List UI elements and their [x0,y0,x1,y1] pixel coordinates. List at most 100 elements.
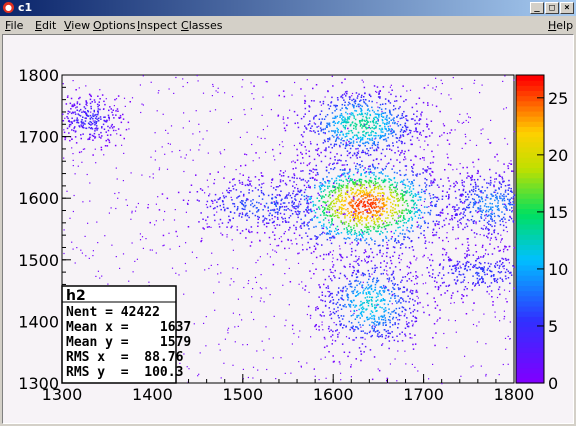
density-point [483,255,485,257]
density-point [405,118,407,120]
density-point [139,233,141,235]
density-point [367,168,370,170]
density-point [384,220,386,222]
density-point [407,236,409,238]
density-point [398,241,400,244]
density-point [282,116,284,118]
density-point [460,297,463,300]
density-point [396,284,399,286]
density-point [96,221,98,223]
density-point [439,135,441,138]
density-point [185,211,187,213]
density-point [417,236,420,239]
density-point [183,170,185,173]
density-point [70,108,72,110]
density-point [361,151,363,154]
density-point [374,180,377,183]
density-point [261,183,263,185]
density-point [119,134,122,136]
density-point [357,220,360,223]
density-point [201,239,203,242]
density-point [80,151,83,153]
density-point [349,178,352,180]
density-point [504,185,507,187]
density-point [324,128,326,130]
density-point [238,195,241,197]
density-point [388,91,390,93]
density-point [443,224,446,226]
density-point [371,100,373,103]
histogram-canvas[interactable]: 1300 1400 1500 1600 1700 18001300140015001600… [0,0,576,426]
density-point [368,331,371,334]
density-point [405,115,407,117]
density-point [283,122,285,124]
density-point [396,335,398,337]
density-point [362,151,364,153]
density-point [323,139,326,141]
density-point [355,105,358,108]
density-point [377,119,379,121]
density-point [404,233,406,235]
density-point [330,130,333,132]
density-point [434,307,437,309]
density-point [416,115,418,118]
density-point [95,127,97,129]
density-point [341,256,344,259]
density-point [89,200,91,202]
density-point [392,276,395,278]
density-point [325,214,327,216]
density-point [338,190,340,193]
density-point [389,221,391,224]
density-point [74,126,76,128]
density-point [190,184,193,186]
density-point [329,105,332,107]
density-point [382,298,384,300]
density-point [361,105,363,108]
density-point [351,99,353,102]
density-point [296,205,298,207]
density-point [399,137,401,139]
density-point [118,192,120,194]
density-point [241,319,243,321]
density-point [87,110,90,113]
density-point [271,209,274,211]
density-point [216,201,218,203]
density-point [380,135,383,138]
density-point [319,214,322,216]
density-point [293,207,295,209]
density-point [183,293,185,295]
density-point [373,141,375,143]
density-point [361,109,363,112]
density-point [479,207,481,210]
density-point [388,281,390,283]
density-point [260,172,263,174]
density-point [320,195,322,197]
density-point [368,134,370,136]
density-point [480,190,483,192]
density-point [459,113,461,115]
density-point [79,126,81,128]
density-point [455,209,457,211]
density-point [232,185,234,187]
density-point [498,267,500,269]
density-point [391,290,393,293]
density-point [408,210,410,213]
density-point [351,95,353,97]
density-point [448,194,450,196]
density-point [376,146,379,148]
density-point [424,169,426,171]
density-point [350,112,353,114]
density-point [369,296,371,298]
density-point [476,211,479,214]
density-point [315,247,317,249]
density-point [504,189,507,192]
density-point [501,178,504,180]
density-point [323,223,325,225]
density-point [328,275,330,278]
density-point [142,104,144,106]
density-point [341,203,343,206]
density-point [381,214,383,216]
density-point [342,222,344,224]
density-point [489,184,492,186]
density-point [427,104,429,106]
